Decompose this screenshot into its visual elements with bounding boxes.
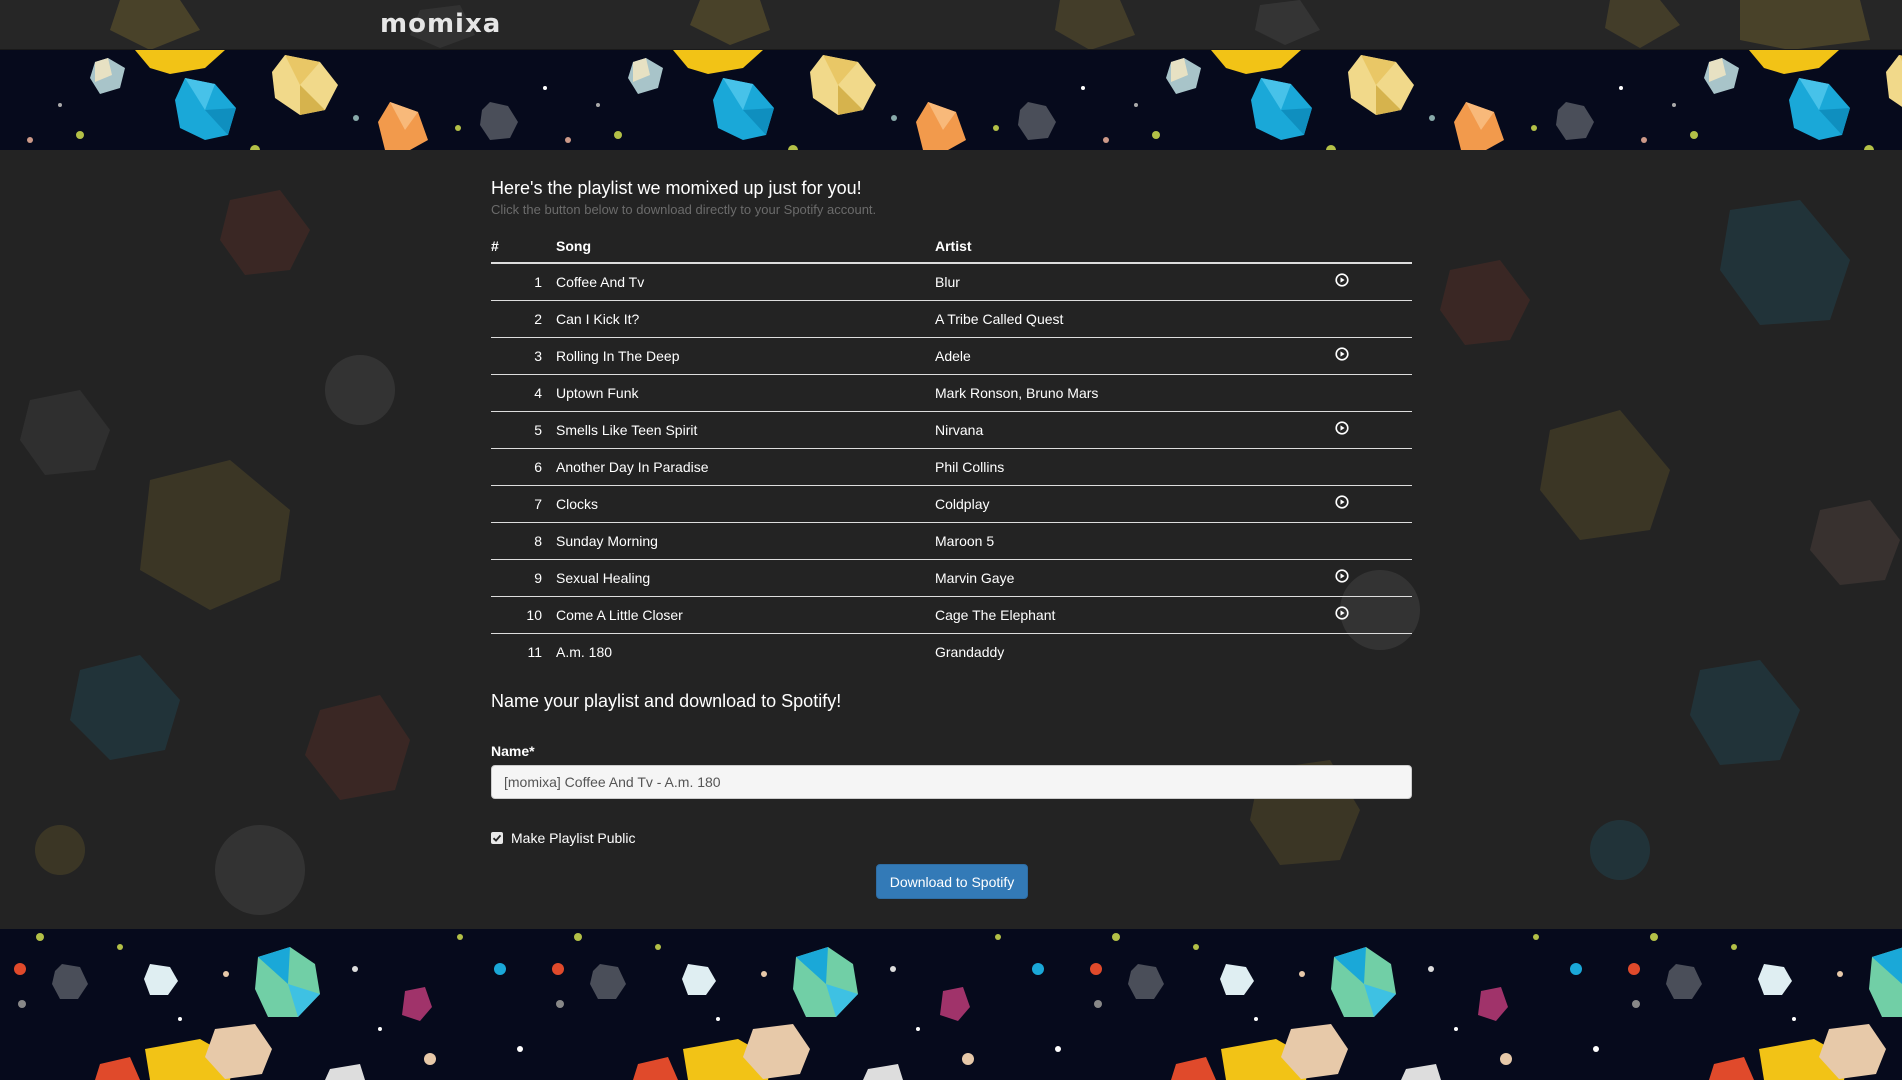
- track-song: Rolling In The Deep: [556, 336, 935, 374]
- track-number: 2: [491, 299, 556, 337]
- top-banner: [0, 50, 1902, 150]
- playlist-table: # Song Artist 1 Coffee And Tv Blur 2 Can I K…: [491, 230, 1412, 670]
- track-number: 1: [534, 273, 542, 290]
- bottom-banner: [0, 929, 1902, 1080]
- public-checkbox-label: Make Playlist Public: [511, 830, 636, 846]
- table-row: 6 Another Day In Paradise Phil Collins: [491, 447, 1412, 485]
- play-circle-icon[interactable]: [1335, 569, 1349, 583]
- header-artist: Artist: [935, 230, 1335, 264]
- track-number: 7: [491, 484, 556, 522]
- space-gems-bottom: [14, 933, 1902, 1080]
- table-row: 4 Uptown Funk Mark Ronson, Bruno Mars: [491, 373, 1412, 411]
- navbar: momixa: [0, 0, 1902, 50]
- public-checkbox[interactable]: [491, 832, 503, 844]
- space-gems-top: [27, 50, 1902, 150]
- table-row: 10 Come A Little Closer Cage The Elephant: [491, 595, 1412, 633]
- table-row: 11 A.m. 180 Grandaddy: [491, 632, 1412, 670]
- track-preview-cell: [1335, 410, 1412, 448]
- play-circle-icon[interactable]: [1335, 347, 1349, 361]
- track-song: Smells Like Teen Spirit: [556, 410, 935, 448]
- track-song: Clocks: [556, 484, 935, 522]
- table-row: 7 Clocks Coldplay: [491, 484, 1412, 522]
- track-preview-cell: [1335, 558, 1412, 596]
- track-preview-cell: [1335, 632, 1412, 670]
- track-number: 8: [491, 521, 556, 559]
- check-icon: [492, 834, 502, 842]
- track-artist: A Tribe Called Quest: [935, 299, 1335, 337]
- track-song: Another Day In Paradise: [556, 447, 935, 485]
- track-artist: Marvin Gaye: [935, 558, 1335, 596]
- track-artist: Phil Collins: [935, 447, 1335, 485]
- navbar-decoration: [110, 0, 1870, 49]
- track-artist: Cage The Elephant: [935, 595, 1335, 633]
- track-preview-cell: [1335, 595, 1412, 633]
- page-title: Here's the playlist we momixed up just f…: [491, 178, 862, 198]
- track-artist: Nirvana: [935, 410, 1335, 448]
- track-preview-cell: [1335, 521, 1412, 559]
- track-number: 9: [491, 558, 556, 596]
- track-preview-cell: [1335, 447, 1412, 485]
- table-row: 5 Smells Like Teen Spirit Nirvana: [491, 410, 1412, 448]
- track-song: Uptown Funk: [556, 373, 935, 411]
- play-circle-icon[interactable]: [1335, 273, 1349, 287]
- brand-logo[interactable]: momixa: [380, 9, 501, 39]
- name-label: Name*: [491, 743, 535, 759]
- track-preview-cell: [1335, 373, 1412, 411]
- play-circle-icon[interactable]: [1335, 606, 1349, 620]
- playlist-rows: 1 Coffee And Tv Blur 2 Can I Kick It? A Tribe…: [491, 263, 1412, 670]
- track-preview-cell: [1335, 299, 1412, 337]
- track-artist: Grandaddy: [935, 632, 1335, 670]
- table-row: 9 Sexual Healing Marvin Gaye: [491, 558, 1412, 596]
- track-song: Coffee And Tv: [556, 273, 645, 290]
- page-subtitle: Click the button below to download direc…: [491, 202, 877, 217]
- track-song: A.m. 180: [556, 632, 935, 670]
- header-song: Song: [556, 230, 935, 264]
- public-checkbox-row[interactable]: Make Playlist Public: [491, 830, 636, 846]
- header-number: #: [491, 230, 556, 264]
- track-number: 3: [491, 336, 556, 374]
- track-song: Come A Little Closer: [556, 595, 935, 633]
- track-number: 4: [491, 373, 556, 411]
- track-song: Sexual Healing: [556, 558, 935, 596]
- track-preview-cell: [1335, 484, 1412, 522]
- table-row: 1 Coffee And Tv Blur: [491, 263, 1412, 300]
- download-section-title: Name your playlist and download to Spoti…: [491, 691, 842, 711]
- download-to-spotify-button[interactable]: Download to Spotify: [876, 864, 1028, 899]
- track-preview-cell: [1335, 336, 1412, 374]
- track-artist: Blur: [935, 273, 960, 290]
- track-artist: Mark Ronson, Bruno Mars: [935, 373, 1335, 411]
- header-preview: [1335, 230, 1412, 264]
- track-preview-cell: [1335, 263, 1412, 300]
- track-artist: Maroon 5: [935, 521, 1335, 559]
- table-row: 3 Rolling In The Deep Adele: [491, 336, 1412, 374]
- track-song: Can I Kick It?: [556, 299, 935, 337]
- track-artist: Coldplay: [935, 484, 1335, 522]
- table-row: 2 Can I Kick It? A Tribe Called Quest: [491, 299, 1412, 337]
- track-number: 5: [491, 410, 556, 448]
- playlist-name-input[interactable]: [491, 765, 1412, 799]
- table-header-row: # Song Artist: [491, 230, 1412, 264]
- track-song: Sunday Morning: [556, 521, 935, 559]
- table-row: 8 Sunday Morning Maroon 5: [491, 521, 1412, 559]
- track-number: 10: [491, 595, 556, 633]
- play-circle-icon[interactable]: [1335, 421, 1349, 435]
- track-artist: Adele: [935, 336, 1335, 374]
- track-number: 11: [491, 632, 556, 670]
- track-number: 6: [491, 447, 556, 485]
- main-content: Here's the playlist we momixed up just f…: [0, 150, 1902, 929]
- play-circle-icon[interactable]: [1335, 495, 1349, 509]
